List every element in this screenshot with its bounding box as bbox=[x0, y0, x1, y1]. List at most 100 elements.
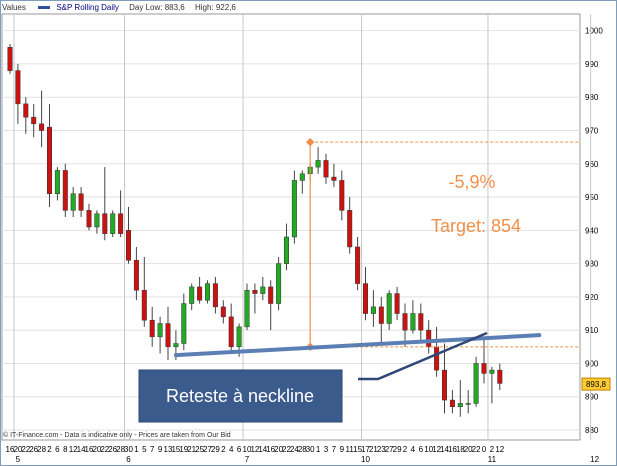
candle-body bbox=[181, 303, 187, 344]
y-tick-label: 940 bbox=[585, 226, 599, 235]
candle-body bbox=[442, 369, 447, 401]
candle-body bbox=[133, 260, 139, 291]
candle-body bbox=[197, 286, 203, 301]
x-month-label: 5 bbox=[16, 455, 21, 464]
x-month-label: 11 bbox=[488, 455, 497, 464]
candle-body bbox=[165, 323, 171, 348]
candle-body bbox=[62, 170, 68, 211]
candle-body bbox=[370, 306, 376, 314]
x-tick-label: 2 bbox=[403, 445, 408, 454]
percent-annotation: -5,9% bbox=[448, 172, 495, 192]
candle-body bbox=[157, 323, 163, 338]
x-tick-label: 29 bbox=[211, 445, 220, 454]
y-tick-label: 890 bbox=[585, 393, 599, 402]
candle-body bbox=[426, 329, 432, 348]
candle-body bbox=[331, 176, 337, 181]
x-tick-label: 3 bbox=[324, 445, 329, 454]
x-tick-label: 2 bbox=[221, 445, 226, 454]
y-tick-label: 1000 bbox=[585, 27, 603, 36]
candle-body bbox=[126, 230, 131, 261]
x-tick-label: 4 bbox=[411, 445, 416, 454]
x-tick-label: 0 bbox=[482, 445, 487, 454]
y-tick-label: 960 bbox=[585, 160, 599, 169]
candle-body bbox=[402, 313, 408, 331]
candle-body bbox=[378, 306, 384, 324]
candle-body bbox=[78, 193, 84, 211]
y-tick-label: 950 bbox=[585, 193, 599, 202]
x-tick-label: 28 bbox=[37, 445, 46, 454]
candle-body bbox=[394, 293, 400, 314]
x-tick-label: 6 bbox=[419, 445, 424, 454]
candle-body bbox=[141, 289, 147, 321]
x-tick-label: 30 bbox=[306, 445, 315, 454]
y-tick-label: 930 bbox=[585, 260, 599, 269]
candle-body bbox=[70, 193, 76, 211]
x-tick-label: 4 bbox=[229, 445, 234, 454]
candle-body bbox=[110, 213, 116, 234]
candle-body bbox=[94, 213, 100, 228]
x-tick-label: 6 bbox=[237, 445, 242, 454]
candle-body bbox=[220, 306, 226, 318]
x-tick-label: 5 bbox=[142, 445, 147, 454]
x-tick-label: 1 bbox=[134, 445, 139, 454]
x-tick-label: 1 bbox=[316, 445, 321, 454]
candle-body bbox=[23, 103, 29, 118]
last-price-label: 893,8 bbox=[586, 380, 607, 389]
candle-body bbox=[244, 289, 250, 328]
y-tick-label: 970 bbox=[585, 126, 599, 135]
candle-body bbox=[299, 173, 305, 181]
candle-body bbox=[410, 313, 416, 331]
candle-body bbox=[457, 403, 463, 407]
candle-body bbox=[489, 369, 495, 374]
y-tick-label: 920 bbox=[585, 293, 599, 302]
candle-body bbox=[228, 316, 234, 348]
candle-body bbox=[173, 343, 179, 348]
candle-body bbox=[291, 180, 297, 238]
x-tick-label: 7 bbox=[150, 445, 155, 454]
callout-label: Reteste à neckline bbox=[166, 386, 314, 406]
candle-body bbox=[54, 170, 60, 194]
x-tick-label: 22 bbox=[472, 445, 481, 454]
candle-body bbox=[497, 369, 503, 384]
x-tick-label: 12 bbox=[495, 445, 504, 454]
candle-body bbox=[418, 313, 424, 331]
candle-body bbox=[47, 126, 52, 194]
y-tick-label: 880 bbox=[585, 426, 599, 435]
y-tick-label: 900 bbox=[585, 359, 599, 368]
candle-body bbox=[268, 286, 274, 304]
x-tick-label: 7 bbox=[332, 445, 337, 454]
candle-body bbox=[149, 319, 155, 338]
candle-body bbox=[473, 363, 479, 404]
candle-body bbox=[102, 213, 108, 234]
x-month-label: 6 bbox=[126, 455, 131, 464]
x-tick-label: 6 bbox=[55, 445, 60, 454]
candle-body bbox=[355, 246, 361, 284]
candle-body bbox=[236, 326, 242, 348]
candle-body bbox=[189, 286, 195, 304]
candle-body bbox=[39, 123, 45, 131]
candle-body bbox=[86, 210, 92, 228]
candle-body bbox=[15, 70, 21, 105]
candlestick-chart: 8808909009109209309409509609709809901000… bbox=[1, 13, 611, 464]
candle-body bbox=[276, 263, 282, 304]
candle-body bbox=[205, 283, 210, 301]
candle-body bbox=[347, 210, 353, 248]
x-tick-label: 8 bbox=[63, 445, 68, 454]
candle-body bbox=[449, 399, 455, 407]
target-annotation: Target: 854 bbox=[431, 216, 521, 236]
candle-body bbox=[363, 283, 368, 314]
candle-body bbox=[434, 346, 440, 371]
candle-body bbox=[465, 403, 471, 405]
x-tick-label: 9 bbox=[158, 445, 163, 454]
x-tick-label: 2 bbox=[490, 445, 495, 454]
candle-body bbox=[31, 116, 37, 125]
x-tick-label: 29 bbox=[393, 445, 402, 454]
x-month-label: 7 bbox=[245, 455, 250, 464]
candle-body bbox=[212, 283, 218, 308]
candle-body bbox=[252, 289, 258, 294]
y-tick-label: 910 bbox=[585, 326, 599, 335]
candle-body bbox=[481, 363, 487, 374]
candle-body bbox=[386, 293, 392, 324]
chart-footer: © IT-Finance.com - Data is indicative on… bbox=[3, 432, 231, 439]
candle-body bbox=[323, 160, 329, 178]
